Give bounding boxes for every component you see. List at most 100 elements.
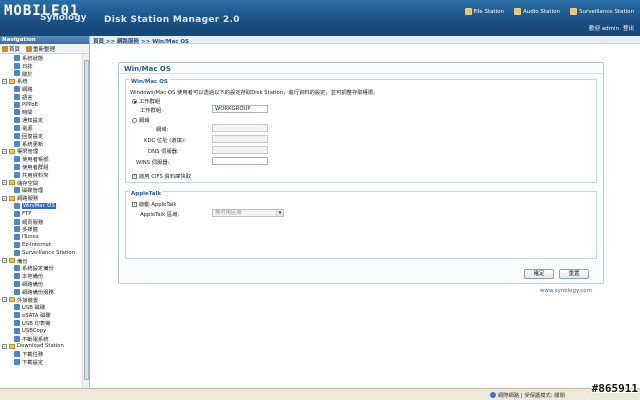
nav-label: 時間: [22, 110, 33, 117]
nav-item[interactable]: 網路備份服務: [0, 288, 82, 296]
appletalk-checkbox[interactable]: ✓ 啟動 AppleTalk: [132, 200, 177, 208]
nav-item[interactable]: PPPoE: [0, 101, 82, 109]
domain-label: 網域:: [156, 127, 169, 133]
nav-group[interactable]: − 儲存空間: [0, 179, 82, 187]
nav-item[interactable]: 多媒體: [0, 226, 82, 233]
browser-status-bar: 網際網路 | 受保護模式: 關閉: [0, 388, 640, 400]
nav-label: 使用者帳號: [22, 157, 49, 164]
nav-item[interactable]: 下載設定: [0, 358, 82, 366]
header-links: File Station Audio Station Surveillance …: [464, 8, 634, 15]
nav-label: eSATA 磁碟: [22, 313, 51, 320]
settings-icon: [14, 54, 20, 61]
cifs-cache-checkbox[interactable]: ✓ 啟用 CIFS 資料庫快取: [132, 172, 191, 180]
file-station-link[interactable]: File Station: [464, 8, 504, 15]
nav-item[interactable]: 使用者群組: [0, 163, 82, 171]
check-icon: ✓: [132, 201, 137, 207]
nav-item[interactable]: Ez-Internet: [0, 241, 82, 249]
nav-group[interactable]: − 權限管理: [0, 148, 82, 155]
nav-label: Download Station: [17, 343, 64, 350]
nav-item[interactable]: 語言: [0, 93, 82, 101]
refresh-button[interactable]: 重新整理: [26, 45, 55, 53]
folder-icon: [9, 343, 15, 349]
kdc-label: KDC 位址 (選填):: [144, 138, 186, 144]
kdc-input[interactable]: [212, 135, 268, 143]
nav-item[interactable]: FTP: [0, 210, 82, 218]
nav-item[interactable]: 系統設定備份: [0, 265, 82, 272]
nav-group[interactable]: − 系統: [0, 77, 82, 85]
logout-link[interactable]: 登出: [623, 24, 634, 32]
nav-item[interactable]: 共用資料夾: [0, 171, 82, 179]
nav-item[interactable]: 網路備份: [0, 280, 82, 288]
nav-label: 外接裝置: [17, 297, 39, 304]
reset-button[interactable]: 重置: [559, 269, 589, 279]
workgroup-radio[interactable]: 工作群組: [132, 97, 160, 105]
domain-radio[interactable]: 網域: [132, 116, 150, 124]
nav-item[interactable]: 日誌: [0, 62, 82, 70]
nav-item[interactable]: 回復設定: [0, 132, 82, 140]
nav-label: iTunes: [22, 234, 39, 241]
nav-item[interactable]: 通知設定: [0, 116, 82, 124]
home-icon: [2, 45, 8, 52]
collapse-icon[interactable]: −: [2, 258, 7, 264]
settings-panel: Win/Mac OS Win/Mac OS Windows/Mac OS 使用者…: [118, 62, 604, 284]
nav-group[interactable]: − Download Station: [0, 342, 82, 350]
surveillance-station-link[interactable]: Surveillance Station: [569, 8, 634, 15]
nav-label: 共用資料夾: [22, 172, 49, 179]
nav-label: 通知設定: [22, 118, 44, 125]
folder-icon: [9, 297, 15, 303]
settings-icon: [14, 351, 20, 358]
dns-input[interactable]: [212, 146, 268, 154]
collapse-icon[interactable]: −: [2, 343, 7, 349]
settings-icon: [14, 109, 20, 116]
nav-item[interactable]: USBCopy: [0, 327, 82, 335]
nav-item[interactable]: 使用者帳號: [0, 155, 82, 163]
nav-item[interactable]: 網路: [0, 85, 82, 93]
nav-item[interactable]: 系統狀態: [0, 54, 82, 62]
nav-item[interactable]: eSATA 磁碟: [0, 311, 82, 319]
wins-label: WINS 伺服器:: [136, 160, 170, 166]
audio-station-link[interactable]: Audio Station: [514, 8, 560, 15]
wins-input[interactable]: [212, 157, 268, 165]
workgroup-input[interactable]: WORKGROUP: [212, 105, 268, 113]
collapse-icon[interactable]: −: [2, 180, 7, 186]
domain-input[interactable]: [212, 124, 268, 132]
nav-item[interactable]: 電源: [0, 124, 82, 132]
nav-group[interactable]: − 網路服務: [0, 194, 82, 202]
nav-item[interactable]: 關於: [0, 70, 82, 78]
folder-icon: [9, 258, 15, 264]
scrollbar-thumb[interactable]: [84, 60, 89, 380]
nav-label: 電源: [22, 126, 33, 133]
security-zone: 網際網路 | 受保護模式: 關閉: [490, 391, 565, 399]
collapse-icon[interactable]: −: [2, 148, 7, 154]
collapse-icon[interactable]: −: [2, 195, 7, 201]
collapse-icon[interactable]: −: [2, 297, 7, 303]
nav-item[interactable]: 磁碟管理: [0, 187, 82, 194]
nav-item[interactable]: USB 印表機: [0, 319, 82, 327]
nav-group[interactable]: − 備份: [0, 257, 82, 265]
nav-label: 本地備份: [22, 274, 44, 281]
settings-icon: [14, 265, 20, 272]
sidebar-scrollbar[interactable]: [82, 54, 89, 388]
settings-icon: [14, 281, 20, 287]
nav-label: 系統: [17, 79, 28, 86]
synology-link[interactable]: www.synology.com: [540, 288, 592, 294]
nav-group[interactable]: − 外接裝置: [0, 296, 82, 304]
nav-item[interactable]: Win/Mac OS: [0, 202, 82, 210]
zone-label: AppleTalk 區域:: [140, 212, 180, 218]
nav-item[interactable]: 本地備份: [0, 272, 82, 280]
nav-item[interactable]: 系統更新: [0, 140, 82, 148]
collapse-icon[interactable]: −: [2, 78, 7, 84]
nav-item[interactable]: 時間: [0, 109, 82, 117]
ok-button[interactable]: 確定: [524, 269, 554, 279]
nav-item[interactable]: iTunes: [0, 233, 82, 241]
zone-select[interactable]: 無可用區域 ▼: [212, 209, 284, 217]
settings-icon: [14, 327, 20, 334]
settings-icon: [14, 187, 20, 194]
nav-item[interactable]: 下載任務: [0, 350, 82, 358]
nav-item[interactable]: USB 磁碟: [0, 304, 82, 311]
nav-item[interactable]: 不斷電系統: [0, 335, 82, 343]
nav-item[interactable]: Surveillance Station: [0, 249, 82, 257]
appletalk-section: AppleTalk ✓ 啟動 AppleTalk AppleTalk 區域: 無可…: [125, 191, 597, 259]
nav-item[interactable]: 網頁服務: [0, 218, 82, 226]
home-button[interactable]: 首頁: [2, 45, 20, 53]
